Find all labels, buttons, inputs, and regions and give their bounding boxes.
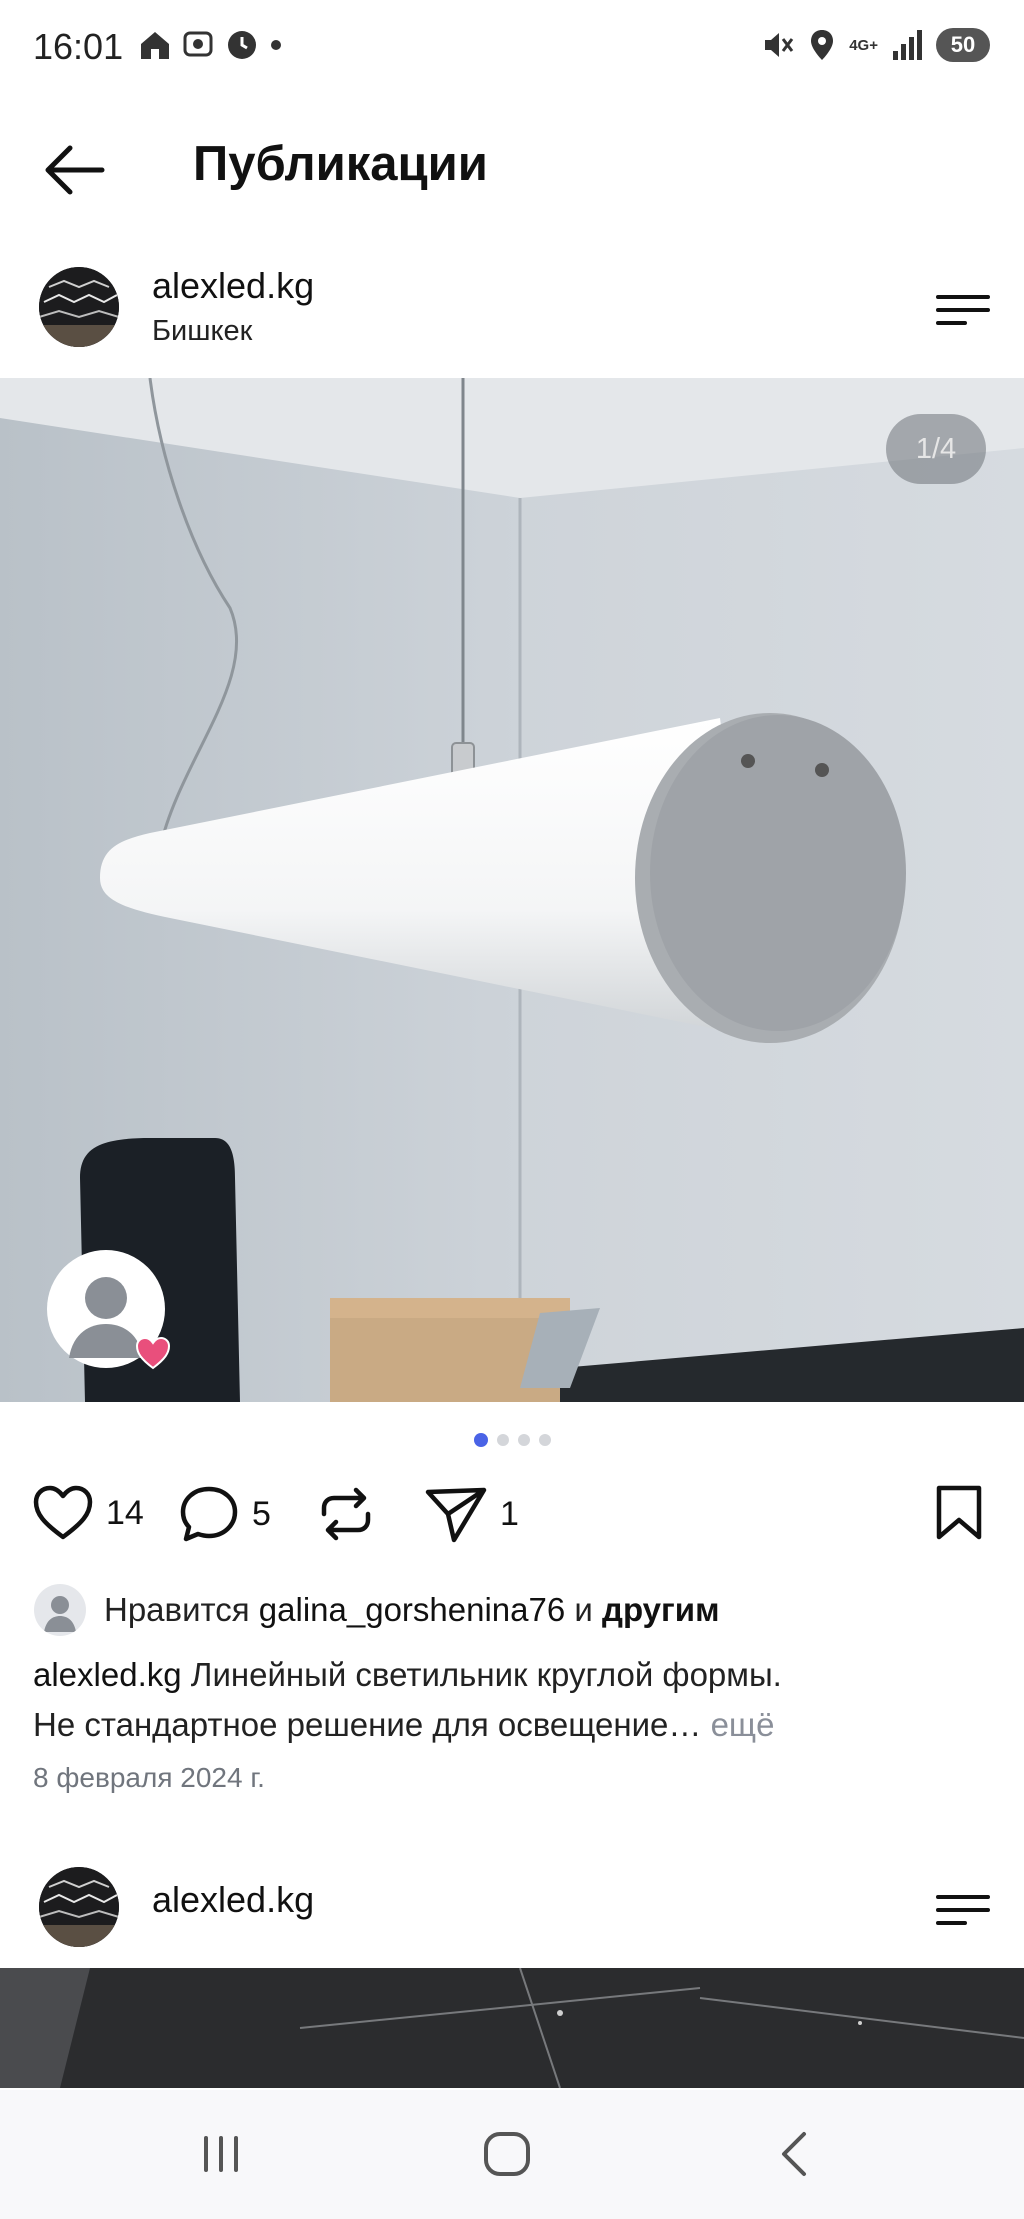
lamp-photo — [0, 378, 1024, 1402]
like-count: 14 — [106, 1493, 144, 1532]
repost-button[interactable] — [316, 1484, 376, 1544]
post-username[interactable]: alexled.kg — [152, 265, 314, 307]
liked-others[interactable]: другим — [602, 1591, 719, 1628]
avatar[interactable] — [39, 1867, 119, 1947]
caption-username[interactable]: alexled.kg — [33, 1656, 182, 1693]
caption-line-1: alexled.kg Линейный светильник круглой ф… — [33, 1650, 983, 1700]
recents-icon — [204, 2136, 238, 2172]
mute-icon — [765, 33, 794, 57]
liked-by-text: Нравится galina_gorshenina76 и другим — [104, 1591, 719, 1629]
next-post-menu-button[interactable] — [935, 1893, 991, 1927]
carousel-indicator — [0, 1433, 1024, 1448]
next-post-username[interactable]: alexled.kg — [152, 1879, 314, 1921]
network-type: 4G+ — [849, 36, 878, 54]
repost-icon — [321, 1487, 371, 1541]
carousel-dot — [517, 1434, 530, 1446]
post-caption[interactable]: alexled.kg Линейный светильник круглой ф… — [33, 1650, 983, 1750]
next-photo-image — [0, 1968, 1024, 2088]
carousel-dot — [538, 1434, 551, 1446]
heart-badge-icon — [135, 1336, 171, 1370]
back-icon — [782, 2132, 806, 2176]
recents-button[interactable] — [186, 2122, 256, 2186]
page-title: Публикации — [193, 137, 488, 191]
next-post-header: alexled.kg — [0, 1855, 1024, 1965]
caption-text-2: Не стандартное решение для освещение… — [33, 1706, 702, 1743]
media-counter: 1/4 — [886, 414, 986, 484]
location-icon — [811, 30, 834, 60]
status-left-icons — [138, 28, 284, 62]
share-count: 1 — [500, 1494, 519, 1533]
menu-icon — [936, 1895, 990, 1925]
home-icon — [484, 2132, 530, 2176]
caption-more-link[interactable]: ещё — [711, 1706, 775, 1743]
post-header: alexled.kg Бишкек — [0, 255, 1024, 365]
battery-icon: 50 — [936, 28, 990, 62]
comment-icon — [180, 1486, 238, 1542]
clock-icon — [228, 31, 256, 59]
liked-conj: и — [574, 1591, 593, 1628]
share-button[interactable]: 1 — [424, 1484, 519, 1544]
caption-line-2: Не стандартное решение для освещение… ещ… — [33, 1700, 983, 1750]
home-button[interactable] — [472, 2122, 542, 2186]
caption-text-1: Линейный светильник круглой формы. — [190, 1656, 782, 1693]
arrow-left-icon — [45, 145, 105, 195]
post-location[interactable]: Бишкек — [152, 315, 252, 348]
post-photo[interactable] — [0, 378, 1024, 1402]
avatar-image — [39, 267, 119, 347]
post-actions: 14 5 1 — [0, 1484, 1024, 1554]
send-icon — [425, 1487, 487, 1543]
status-bar: 16:01 4G+ 50 — [0, 0, 1024, 96]
system-nav-bar — [0, 2090, 1024, 2219]
back-button[interactable] — [40, 140, 110, 200]
user-silhouette-icon — [44, 1596, 76, 1632]
bookmark-button[interactable] — [934, 1484, 984, 1542]
carousel-dot — [496, 1434, 509, 1446]
next-post-photo[interactable] — [0, 1968, 1024, 2088]
dot-icon — [271, 40, 281, 50]
comment-button[interactable]: 5 — [178, 1484, 271, 1544]
status-time: 16:01 — [33, 26, 124, 67]
liked-prefix: Нравится — [104, 1591, 250, 1628]
post-date: 8 февраля 2024 г. — [33, 1762, 265, 1793]
carousel-dot — [473, 1433, 488, 1447]
avatar-image — [39, 1867, 119, 1947]
liked-user[interactable]: galina_gorshenina76 — [259, 1591, 565, 1628]
status-right-icons: 4G+ 50 — [761, 28, 990, 62]
bookmark-icon — [936, 1485, 982, 1540]
tagged-user-avatar[interactable] — [47, 1250, 171, 1370]
comment-count: 5 — [252, 1494, 271, 1533]
menu-icon — [936, 295, 990, 325]
heart-icon — [33, 1485, 93, 1540]
post-menu-button[interactable] — [935, 293, 991, 327]
avatar[interactable] — [39, 267, 119, 347]
nav-back-button[interactable] — [760, 2122, 830, 2186]
home-icon — [141, 32, 169, 59]
liked-by[interactable]: Нравится galina_gorshenina76 и другим — [34, 1584, 719, 1636]
signal-icon — [893, 30, 922, 60]
like-button[interactable]: 14 — [32, 1484, 144, 1542]
chat-icon — [183, 31, 213, 57]
app-header: Публикации — [0, 120, 1024, 220]
liker-avatar — [34, 1584, 86, 1636]
